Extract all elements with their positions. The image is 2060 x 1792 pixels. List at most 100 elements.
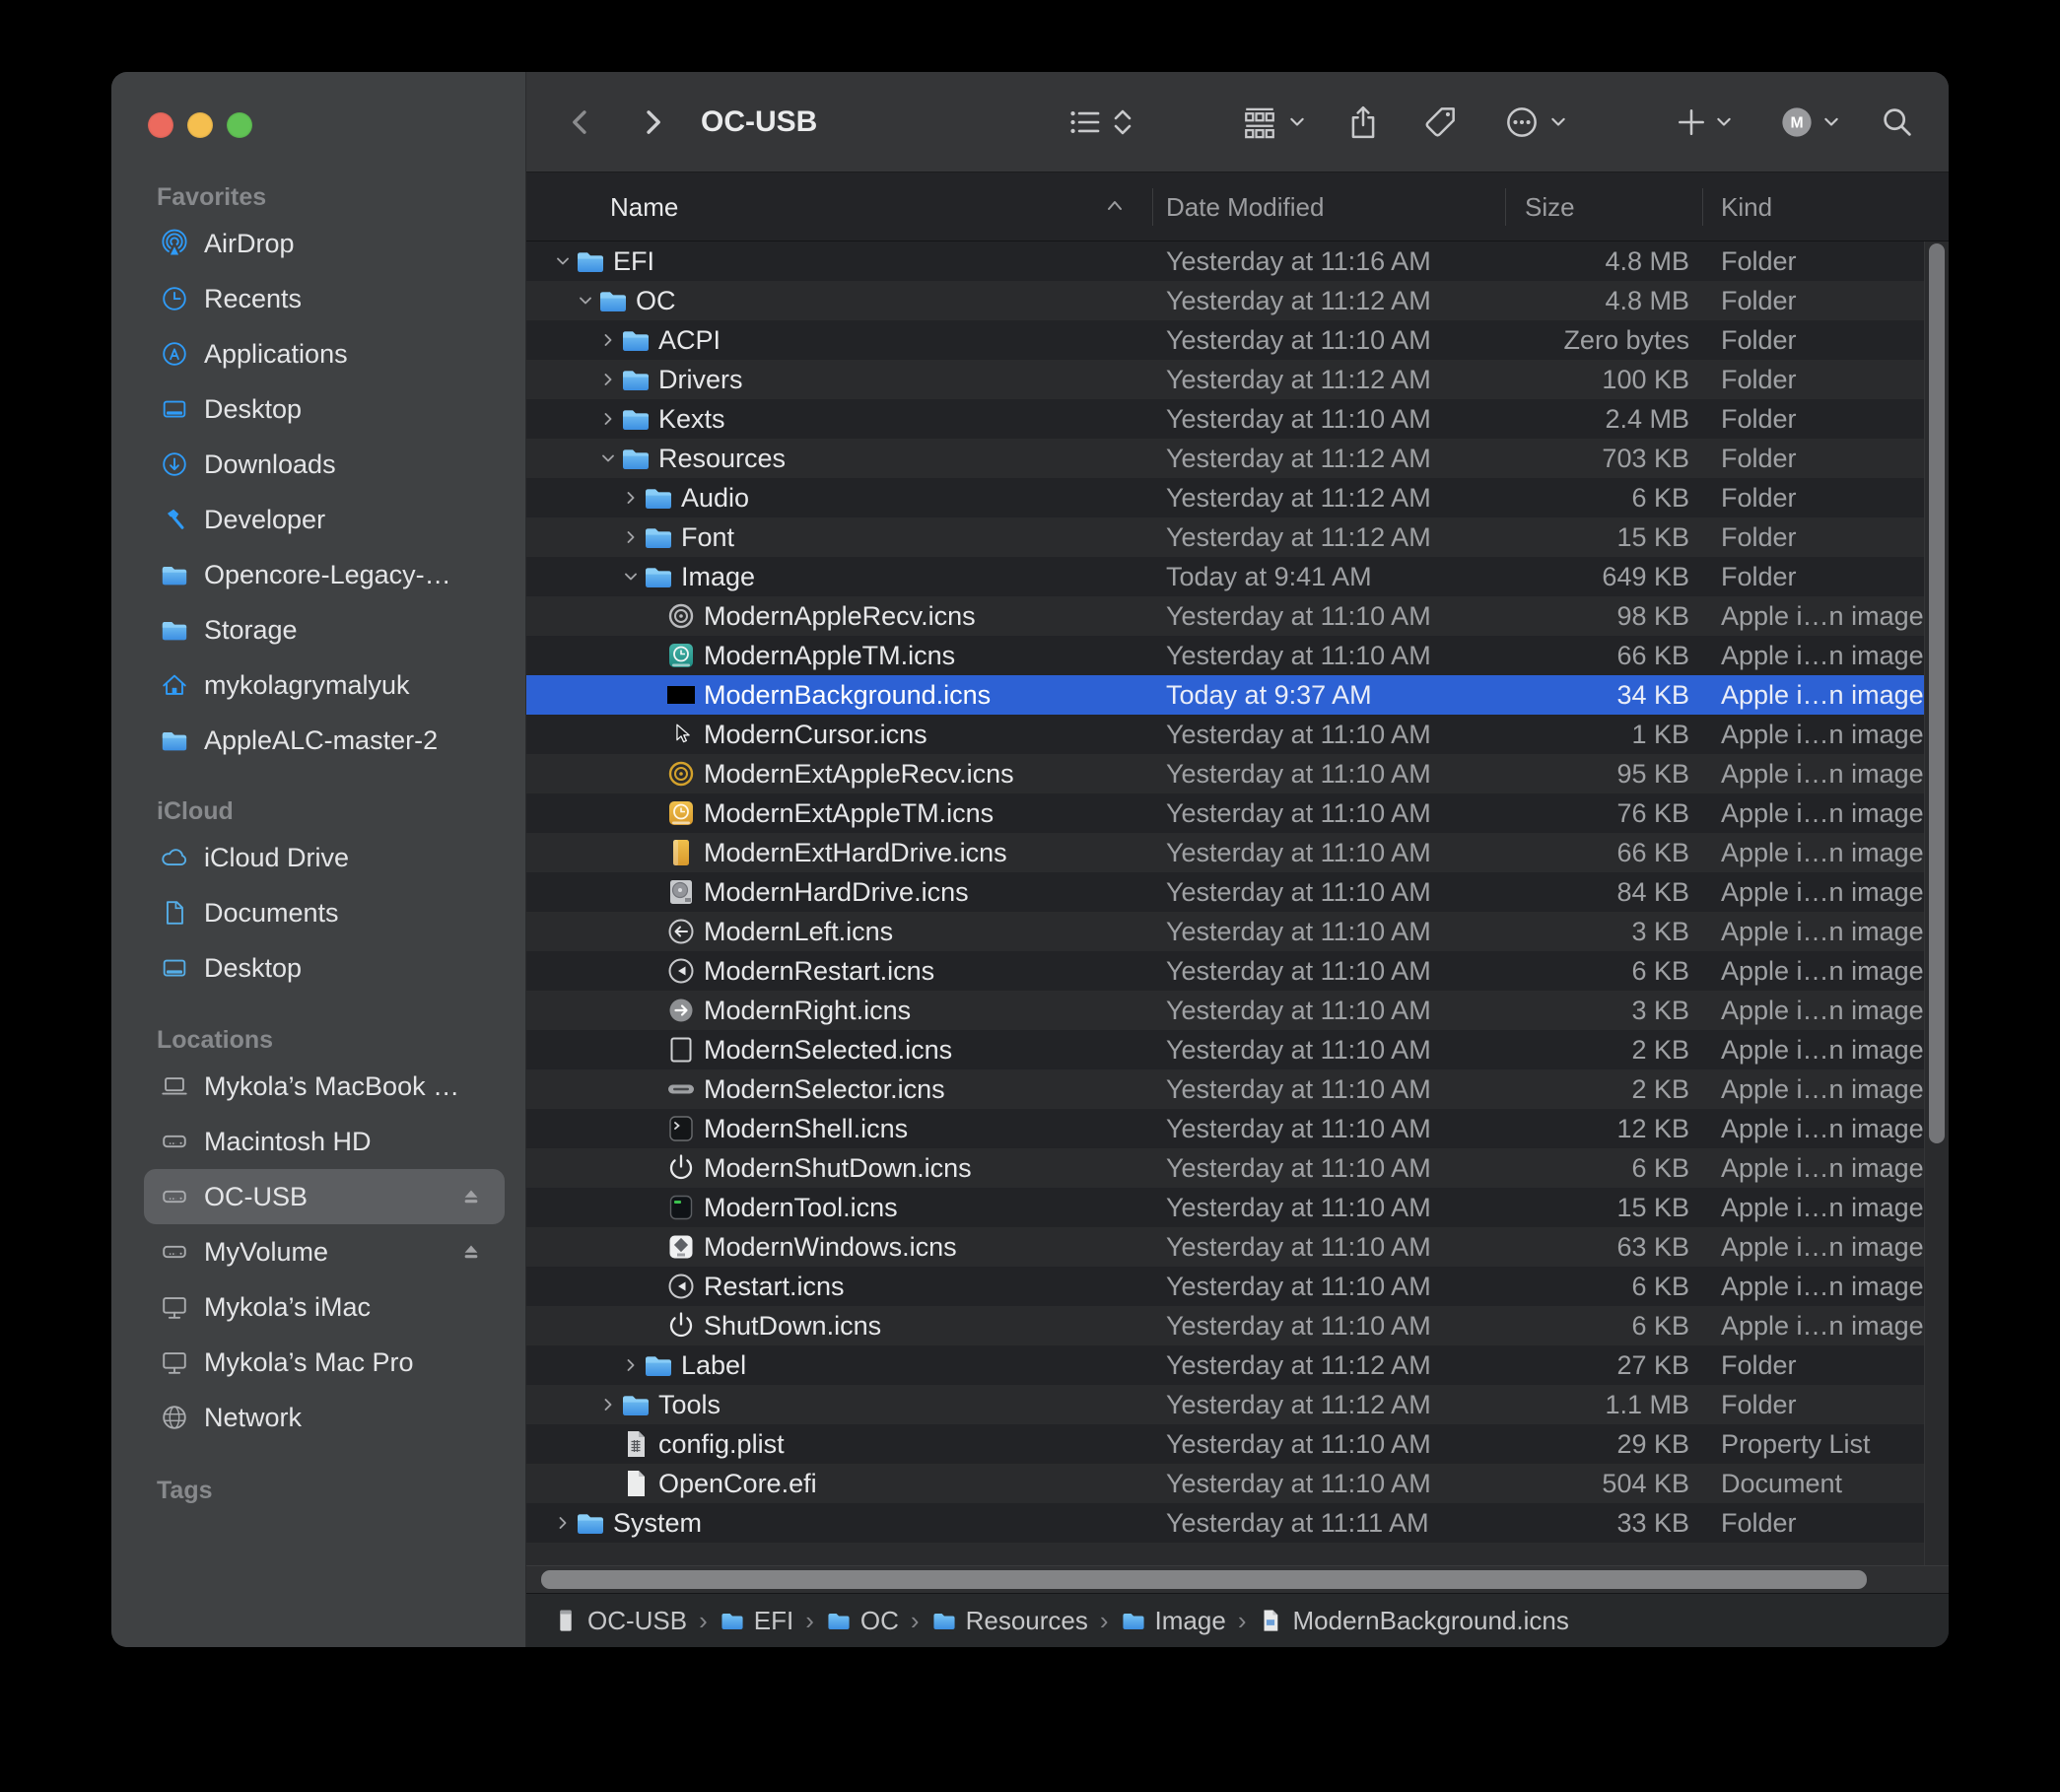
file-row[interactable]: ACPIYesterday at 11:10 AMZero bytesFolde… bbox=[526, 320, 1924, 360]
disclosure-open-icon[interactable] bbox=[596, 439, 620, 478]
sidebar-item-icloud-drive[interactable]: iCloud Drive bbox=[144, 830, 505, 885]
file-row[interactable]: ModernSelected.icnsYesterday at 11:10 AM… bbox=[526, 1030, 1924, 1069]
vertical-scrollbar-thumb[interactable] bbox=[1929, 243, 1945, 1143]
group-by-icon[interactable] bbox=[1240, 103, 1279, 142]
column-header-date[interactable]: Date Modified bbox=[1166, 172, 1324, 241]
group-by-chevron-icon[interactable] bbox=[1287, 112, 1307, 132]
sidebar-item-documents[interactable]: Documents bbox=[144, 885, 505, 940]
disclosure-closed-icon[interactable] bbox=[551, 1503, 575, 1543]
column-divider[interactable] bbox=[1152, 188, 1153, 226]
sidebar-item-storage[interactable]: Storage bbox=[144, 602, 505, 657]
file-row[interactable]: config.plistYesterday at 11:10 AM29 KBPr… bbox=[526, 1424, 1924, 1464]
sidebar-item-desktop[interactable]: Desktop bbox=[144, 381, 505, 437]
file-row[interactable]: Restart.icnsYesterday at 11:10 AM6 KBApp… bbox=[526, 1267, 1924, 1306]
user-avatar[interactable]: M bbox=[1779, 104, 1815, 140]
file-row[interactable]: DriversYesterday at 11:12 AM100 KBFolder bbox=[526, 360, 1924, 399]
sidebar-item-applications[interactable]: Applications bbox=[144, 326, 505, 381]
disclosure-open-icon[interactable] bbox=[551, 241, 575, 281]
disclosure-closed-icon[interactable] bbox=[596, 360, 620, 399]
file-row[interactable]: ModernExtAppleTM.icnsYesterday at 11:10 … bbox=[526, 793, 1924, 833]
sidebar-item-myvolume[interactable]: MyVolume bbox=[144, 1224, 505, 1279]
sidebar-item-desktop[interactable]: Desktop bbox=[144, 940, 505, 996]
file-row[interactable]: ModernShutDown.icnsYesterday at 11:10 AM… bbox=[526, 1148, 1924, 1188]
path-item[interactable]: ModernBackground.icns bbox=[1258, 1606, 1568, 1636]
disclosure-closed-icon[interactable] bbox=[596, 399, 620, 439]
list-view-icon[interactable] bbox=[1066, 103, 1104, 141]
sidebar-item-developer[interactable]: Developer bbox=[144, 492, 505, 547]
disclosure-closed-icon[interactable] bbox=[619, 517, 643, 557]
search-icon[interactable] bbox=[1880, 104, 1915, 140]
file-row[interactable]: ModernTool.icnsYesterday at 11:10 AM15 K… bbox=[526, 1188, 1924, 1227]
tags-icon[interactable] bbox=[1421, 103, 1459, 141]
file-row[interactable]: ModernRight.icnsYesterday at 11:10 AM3 K… bbox=[526, 991, 1924, 1030]
sidebar-item-opencore-legacy-pat-[interactable]: Opencore-Legacy-Pat... bbox=[144, 547, 505, 602]
file-row[interactable]: KextsYesterday at 11:10 AM2.4 MBFolder bbox=[526, 399, 1924, 439]
sidebar-item-mykolagrymalyuk[interactable]: mykolagrymalyuk bbox=[144, 657, 505, 713]
file-row[interactable]: ModernExtAppleRecv.icnsYesterday at 11:1… bbox=[526, 754, 1924, 793]
sidebar-item-mykola-s-mac-pro[interactable]: Mykola’s Mac Pro bbox=[144, 1335, 505, 1390]
more-actions-chevron-icon[interactable] bbox=[1548, 112, 1568, 132]
path-item[interactable]: Image bbox=[1121, 1606, 1226, 1636]
column-divider[interactable] bbox=[1702, 188, 1703, 226]
disclosure-closed-icon[interactable] bbox=[596, 320, 620, 360]
file-row[interactable]: ModernAppleRecv.icnsYesterday at 11:10 A… bbox=[526, 596, 1924, 636]
horizontal-scrollbar[interactable] bbox=[526, 1565, 1949, 1593]
file-row[interactable]: LabelYesterday at 11:12 AM27 KBFolder bbox=[526, 1345, 1924, 1385]
path-item[interactable]: Resources bbox=[931, 1606, 1088, 1636]
path-item[interactable]: EFI bbox=[720, 1606, 793, 1636]
sidebar-item-downloads[interactable]: Downloads bbox=[144, 437, 505, 492]
sidebar-item-airdrop[interactable]: AirDrop bbox=[144, 216, 505, 271]
user-chevron-icon[interactable] bbox=[1821, 112, 1841, 132]
file-row[interactable]: ModernWindows.icnsYesterday at 11:10 AM6… bbox=[526, 1227, 1924, 1267]
disclosure-open-icon[interactable] bbox=[619, 557, 643, 596]
minimize-button[interactable] bbox=[187, 112, 213, 138]
file-row[interactable]: ModernHardDrive.icnsYesterday at 11:10 A… bbox=[526, 872, 1924, 912]
file-row[interactable]: ModernCursor.icnsYesterday at 11:10 AM1 … bbox=[526, 715, 1924, 754]
sidebar-item-mykola-s-macbook-pro[interactable]: Mykola’s MacBook Pro bbox=[144, 1059, 505, 1114]
back-button[interactable] bbox=[563, 104, 598, 140]
sidebar-item-network[interactable]: Network bbox=[144, 1390, 505, 1445]
view-mode-chevrons-icon[interactable] bbox=[1109, 105, 1136, 139]
file-row[interactable]: SystemYesterday at 11:11 AM33 KBFolder bbox=[526, 1503, 1924, 1543]
close-button[interactable] bbox=[148, 112, 173, 138]
file-row[interactable]: ToolsYesterday at 11:12 AM1.1 MBFolder bbox=[526, 1385, 1924, 1424]
file-row[interactable]: ModernRestart.icnsYesterday at 11:10 AM6… bbox=[526, 951, 1924, 991]
file-row[interactable]: ModernAppleTM.icnsYesterday at 11:10 AM6… bbox=[526, 636, 1924, 675]
eject-icon[interactable] bbox=[456, 1237, 486, 1267]
file-row[interactable]: ModernExtHardDrive.icnsYesterday at 11:1… bbox=[526, 833, 1924, 872]
column-header-size[interactable]: Size bbox=[1525, 172, 1575, 241]
vertical-scrollbar[interactable] bbox=[1924, 241, 1949, 1565]
path-item[interactable]: OC-USB bbox=[553, 1606, 687, 1636]
sidebar-item-macintosh-hd[interactable]: Macintosh HD bbox=[144, 1114, 505, 1169]
zoom-button[interactable] bbox=[227, 112, 252, 138]
file-row[interactable]: EFIYesterday at 11:16 AM4.8 MBFolder bbox=[526, 241, 1924, 281]
sidebar-item-oc-usb[interactable]: OC-USB bbox=[144, 1169, 505, 1224]
disclosure-closed-icon[interactable] bbox=[619, 1345, 643, 1385]
new-item-chevron-icon[interactable] bbox=[1714, 112, 1734, 132]
file-row[interactable]: ShutDown.icnsYesterday at 11:10 AM6 KBAp… bbox=[526, 1306, 1924, 1345]
eject-icon[interactable] bbox=[456, 1182, 486, 1211]
sidebar-item-recents[interactable]: Recents bbox=[144, 271, 505, 326]
column-divider[interactable] bbox=[1505, 188, 1506, 226]
file-row[interactable]: ModernBackground.icnsToday at 9:37 AM34 … bbox=[526, 675, 1924, 715]
share-icon[interactable] bbox=[1344, 103, 1382, 141]
disclosure-closed-icon[interactable] bbox=[596, 1385, 620, 1424]
file-row[interactable]: ImageToday at 9:41 AM649 KBFolder bbox=[526, 557, 1924, 596]
file-row[interactable]: FontYesterday at 11:12 AM15 KBFolder bbox=[526, 517, 1924, 557]
column-header-kind[interactable]: Kind bbox=[1721, 172, 1772, 241]
file-row[interactable]: AudioYesterday at 11:12 AM6 KBFolder bbox=[526, 478, 1924, 517]
file-row[interactable]: OCYesterday at 11:12 AM4.8 MBFolder bbox=[526, 281, 1924, 320]
file-row[interactable]: ModernLeft.icnsYesterday at 11:10 AM3 KB… bbox=[526, 912, 1924, 951]
more-actions-icon[interactable] bbox=[1503, 103, 1541, 141]
sidebar-item-mykola-s-imac[interactable]: Mykola’s iMac bbox=[144, 1279, 505, 1335]
new-item-icon[interactable] bbox=[1675, 105, 1708, 139]
forward-button[interactable] bbox=[635, 104, 670, 140]
path-item[interactable]: OC bbox=[826, 1606, 899, 1636]
horizontal-scrollbar-thumb[interactable] bbox=[541, 1570, 1867, 1589]
disclosure-closed-icon[interactable] bbox=[619, 478, 643, 517]
disclosure-open-icon[interactable] bbox=[574, 281, 597, 320]
column-header-name[interactable]: Name bbox=[610, 172, 678, 241]
file-row[interactable]: ResourcesYesterday at 11:12 AM703 KBFold… bbox=[526, 439, 1924, 478]
file-row[interactable]: OpenCore.efiYesterday at 11:10 AM504 KBD… bbox=[526, 1464, 1924, 1503]
file-row[interactable]: ModernSelector.icnsYesterday at 11:10 AM… bbox=[526, 1069, 1924, 1109]
